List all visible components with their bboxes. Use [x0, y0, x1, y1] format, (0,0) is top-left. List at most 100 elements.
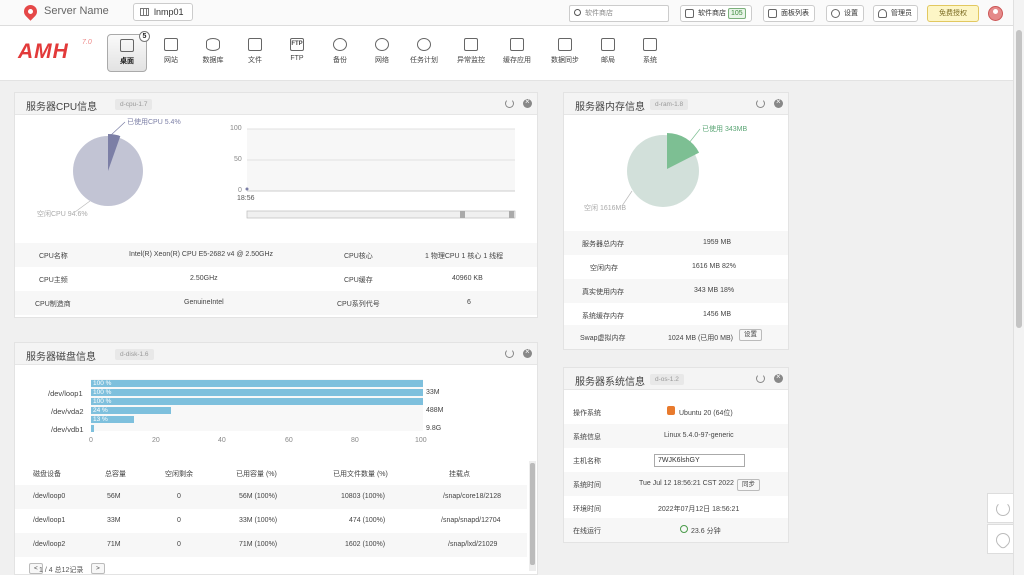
nav-database[interactable]: 数据库	[193, 34, 233, 72]
ram-free-label: 空闲 1616MB	[584, 205, 627, 212]
sync-icon	[558, 38, 572, 51]
store-count-badge: 105	[728, 8, 746, 19]
cpu-key: CPU系列代号	[337, 301, 380, 308]
refresh-icon[interactable]	[756, 99, 765, 108]
os-value: 23.6 分钟	[691, 528, 721, 535]
close-icon[interactable]	[523, 97, 532, 108]
nav-label: 异常监控	[457, 57, 485, 64]
search-input[interactable]: 软件商店	[569, 5, 669, 22]
nav-network[interactable]: 网络	[362, 34, 402, 72]
mail-icon	[601, 38, 615, 51]
nav-system[interactable]: 系统	[630, 34, 670, 72]
refresh-icon[interactable]	[756, 374, 765, 383]
nav-label: 桌面	[120, 58, 134, 65]
search-icon	[574, 9, 581, 16]
ram-panel-id: d-ram-1.8	[650, 99, 689, 110]
disk-bar-label: 100 %	[93, 380, 112, 387]
cpu-panel-header: 服务器CPU信息 d-cpu-1.7	[15, 93, 537, 115]
ram-value: 1456 MB	[703, 311, 732, 318]
table-cell: 71M (100%)	[239, 541, 278, 548]
settings-button[interactable]: 设置	[826, 5, 864, 22]
column-header: 已用文件数量 (%)	[333, 471, 388, 478]
close-icon[interactable]	[774, 372, 783, 383]
ram-key: 系统缓存内存	[582, 313, 624, 320]
disk-xtick: 80	[351, 437, 359, 444]
disk-category: /dev/loop1	[48, 389, 83, 398]
panel-list-button[interactable]: 面板列表	[763, 5, 815, 22]
time-range-slider[interactable]	[246, 210, 516, 219]
nav-cache[interactable]: 缓存应用	[497, 34, 537, 72]
ubuntu-icon	[667, 406, 675, 415]
column-header: 挂载点	[449, 471, 470, 478]
system-icon	[643, 38, 657, 51]
refresh-icon[interactable]	[505, 99, 514, 108]
hostname-field[interactable]: 7WJK6lshGY	[654, 454, 745, 467]
nav-cron[interactable]: 任务计划	[404, 34, 444, 72]
swap-settings-button[interactable]: 设置	[739, 329, 762, 341]
software-store-button[interactable]: 软件商店 105	[680, 5, 752, 22]
page-scrollbar[interactable]	[1013, 0, 1024, 575]
os-key: 主机名称	[573, 458, 601, 465]
cpu-value: 2.50GHz	[190, 275, 218, 282]
admin-button[interactable]: 管理员	[873, 5, 918, 22]
nav-sync[interactable]: 数据同步	[545, 34, 585, 72]
pager-next-button[interactable]: >	[91, 563, 105, 574]
table-cell: /snap/lxd/21029	[448, 541, 498, 548]
cpu-value: 1 物理CPU 1 核心 1 线程	[425, 253, 504, 260]
cpu-key: CPU名称	[39, 253, 68, 260]
panel-list-label: 面板列表	[781, 10, 809, 17]
nav-files[interactable]: 文件	[235, 34, 275, 72]
os-row: 环境时间 2022年07月12日 18:56:21	[564, 496, 788, 520]
uptime-clock-icon	[680, 525, 688, 533]
disk-bar-label: 13 %	[93, 416, 108, 423]
nav-label: 数据同步	[551, 57, 579, 64]
main-nav: AMH 7.0 桌面 5 网站 数据库 文件 FTP FTP 备份 网络 任务计…	[0, 26, 1013, 81]
os-row: 系统信息 Linux 5.4.0-97-generic	[564, 424, 788, 448]
table-scrollbar[interactable]	[529, 461, 536, 571]
slider-handle-right[interactable]	[509, 211, 514, 218]
ram-key: 服务器总内存	[582, 241, 624, 248]
host-tab[interactable]: lnmp01	[133, 3, 193, 21]
os-panel-title: 服务器系统信息	[575, 377, 645, 388]
page-scroll-thumb[interactable]	[1016, 30, 1022, 328]
avatar[interactable]	[988, 6, 1003, 21]
table-scroll-thumb[interactable]	[530, 463, 535, 565]
cpu-key: CPU制造商	[35, 301, 71, 308]
sync-time-button[interactable]: 同步	[737, 479, 760, 491]
disk-bar-label: 100 %	[93, 398, 112, 405]
cpu-value: 40960 KB	[452, 275, 483, 282]
free-license-button[interactable]: 免费授权	[927, 5, 979, 22]
nav-backup[interactable]: 备份	[320, 34, 360, 72]
nav-mail[interactable]: 邮局	[588, 34, 628, 72]
close-icon[interactable]	[774, 97, 783, 108]
settings-label: 设置	[844, 10, 858, 17]
cpu-free-label: 空闲CPU 94.6%	[37, 211, 88, 218]
refresh-icon[interactable]	[505, 349, 514, 358]
cpu-time-label: 18:56	[237, 195, 255, 202]
location-pin-icon	[21, 2, 40, 21]
nav-desktop[interactable]: 桌面 5	[107, 31, 150, 72]
brand-version: 7.0	[82, 39, 92, 46]
table-cell: 33M (100%)	[239, 517, 278, 524]
cpu-tick-100: 100	[230, 125, 242, 132]
software-store-label: 软件商店	[698, 10, 726, 17]
nav-website[interactable]: 网站	[151, 34, 191, 72]
close-icon[interactable]	[523, 347, 532, 358]
table-row: /dev/loop0 56M 0 56M (100%) 10803 (100%)…	[15, 485, 527, 509]
ram-panel-header: 服务器内存信息 d-ram-1.8	[564, 93, 788, 115]
table-cell: /dev/loop2	[33, 541, 66, 548]
ram-value: 1616 MB 82%	[692, 263, 736, 270]
cpu-row-1: CPU名称 Intel(R) Xeon(R) CPU E5-2682 v4 @ …	[15, 243, 537, 267]
column-header: 空闲剩余	[165, 471, 193, 478]
nav-ftp[interactable]: FTP FTP	[277, 34, 317, 72]
os-value: Ubuntu 20 (64位)	[679, 410, 733, 417]
cpu-line-point	[245, 187, 249, 191]
os-key: 操作系统	[573, 410, 601, 417]
slider-handle-left[interactable]	[460, 211, 465, 218]
disk-bar	[91, 398, 423, 405]
database-icon	[206, 38, 220, 51]
table-cell: 474 (100%)	[349, 517, 386, 524]
nav-monitor[interactable]: 异常监控	[451, 34, 491, 72]
disk-bar	[91, 389, 423, 396]
disk-panel: 服务器磁盘信息 d-disk-1.6 100 % 100 % 100 % 24 % 13…	[14, 342, 538, 575]
